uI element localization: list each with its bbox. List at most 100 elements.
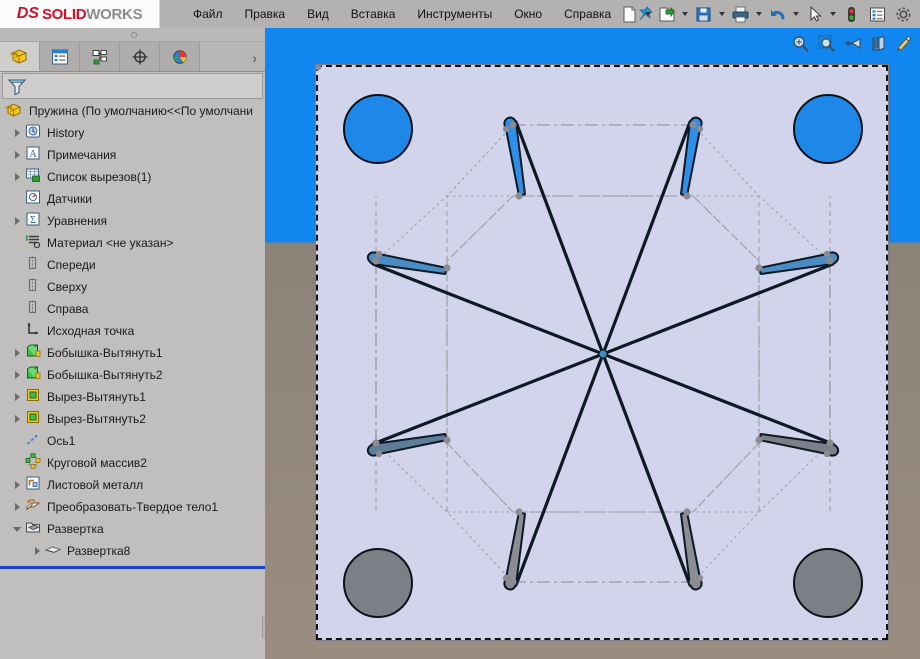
history-icon <box>24 122 44 144</box>
twisty-down-icon[interactable] <box>10 518 24 540</box>
section-view-button[interactable] <box>866 32 892 57</box>
tree-root-part[interactable]: Пружина (По умолчанию<<По умолчани <box>0 100 265 122</box>
tree-item-boss-extrude-2[interactable]: Бобышка-Вытянуть2 <box>0 364 265 386</box>
twisty-right-icon[interactable] <box>10 144 24 166</box>
plane-icon <box>24 254 44 276</box>
tree-item-material[interactable]: Материал <не указан> <box>0 232 265 254</box>
tree-item-cut-extrude-1[interactable]: Вырез-Вытянуть1 <box>0 386 265 408</box>
view-toolbar <box>788 31 918 57</box>
menu-edit[interactable]: Правка <box>234 2 297 26</box>
open-document-button[interactable] <box>653 1 679 27</box>
flat-pattern-geometry <box>316 65 863 618</box>
tab-dimxpert-manager[interactable] <box>120 42 160 71</box>
tree-item-sheet-metal[interactable]: Листовой металл <box>0 474 265 496</box>
select-caret[interactable] <box>827 1 838 27</box>
tree-item-annotations[interactable]: A Примечания <box>0 144 265 166</box>
logo-wordmark: SOLIDWORKS <box>41 5 143 23</box>
twisty-right-icon[interactable] <box>10 474 24 496</box>
twisty-right-icon[interactable] <box>10 408 24 430</box>
chevron-right-icon[interactable]: › <box>252 50 257 66</box>
rebuild-button[interactable] <box>838 1 864 27</box>
tree-item-label: History <box>47 126 85 140</box>
sensors-icon <box>24 188 44 210</box>
axis-icon <box>24 430 44 452</box>
view-orientation-button[interactable] <box>892 32 918 57</box>
tree-item-label: Список вырезов(1) <box>47 170 152 184</box>
twisty-right-icon[interactable] <box>10 496 24 518</box>
corner-hole-bottom-left <box>343 548 413 618</box>
menu-view[interactable]: Вид <box>296 2 340 26</box>
open-document-caret[interactable] <box>679 1 690 27</box>
tree-item-flat-pattern-folder[interactable]: Развертка <box>0 518 265 540</box>
menu-insert[interactable]: Вставка <box>340 2 407 26</box>
tree-item-axis[interactable]: Ось1 <box>0 430 265 452</box>
tree-item-equations[interactable]: Σ Уравнения <box>0 210 265 232</box>
tree-item-label: Сверху <box>47 280 88 294</box>
twisty-right-icon[interactable] <box>10 210 24 232</box>
menu-file[interactable]: Файл <box>182 2 234 26</box>
tree-item-plane-front[interactable]: Спереди <box>0 254 265 276</box>
sheet-metal-flat-pattern[interactable] <box>315 64 889 641</box>
tree-item-flat-pattern-8[interactable]: Развертка8 <box>0 540 265 562</box>
twisty-right-icon[interactable] <box>10 364 24 386</box>
sheet-metal-icon <box>24 474 44 496</box>
select-button[interactable] <box>801 1 827 27</box>
tree-item-label: Исходная точка <box>47 324 135 338</box>
chevron-down-icon <box>755 12 762 16</box>
tab-configuration-manager[interactable] <box>80 42 120 71</box>
twisty-right-icon[interactable] <box>10 166 24 188</box>
tree-item-label: Бобышка-Вытянуть1 <box>47 346 163 360</box>
tree-item-plane-top[interactable]: Сверху <box>0 276 265 298</box>
boss-extrude-icon <box>24 342 44 364</box>
tree-item-boss-extrude-1[interactable]: Бобышка-Вытянуть1 <box>0 342 265 364</box>
tree-item-history[interactable]: History <box>0 122 265 144</box>
new-document-button[interactable] <box>616 1 642 27</box>
menu-help[interactable]: Справка <box>553 2 622 26</box>
zoom-to-area-button[interactable] <box>814 32 840 57</box>
tree-item-circular-pattern[interactable]: Круговой массив2 <box>0 452 265 474</box>
save-button[interactable] <box>690 1 716 27</box>
tree-root-label: Пружина (По умолчанию<<По умолчани <box>29 104 253 118</box>
tree-item-cutlist[interactable]: Список вырезов(1) <box>0 166 265 188</box>
menu-tools[interactable]: Инструменты <box>406 2 503 26</box>
center-origin-marker <box>598 349 608 359</box>
tree-item-sensors[interactable]: Датчики <box>0 188 265 210</box>
chevron-down-icon <box>718 12 725 16</box>
previous-view-button[interactable] <box>840 32 866 57</box>
origin-icon <box>24 320 44 342</box>
rollback-bar[interactable] <box>0 566 265 569</box>
svg-text:A: A <box>29 149 37 160</box>
tree-item-label: Вырез-Вытянуть1 <box>47 390 146 404</box>
save-caret[interactable] <box>716 1 727 27</box>
corner-hole-bottom-right <box>793 548 863 618</box>
twisty-right-icon[interactable] <box>30 540 44 562</box>
twisty-right-icon[interactable] <box>10 386 24 408</box>
tab-display-manager[interactable] <box>160 42 200 71</box>
solidworks-logo[interactable]: DS SOLIDWORKS <box>0 0 160 28</box>
tab-feature-manager[interactable] <box>0 42 40 71</box>
tree-item-label: Примечания <box>47 148 117 162</box>
print-caret[interactable] <box>753 1 764 27</box>
print-button[interactable] <box>727 1 753 27</box>
options-list-button[interactable] <box>864 1 890 27</box>
panel-grip-dot <box>131 32 137 38</box>
twisty-right-icon[interactable] <box>10 342 24 364</box>
tree-item-plane-right[interactable]: Справа <box>0 298 265 320</box>
settings-button[interactable] <box>890 1 916 27</box>
tree-item-origin[interactable]: Исходная точка <box>0 320 265 342</box>
twisty-right-icon[interactable] <box>10 122 24 144</box>
graphics-area[interactable] <box>265 28 920 659</box>
tree-item-cut-extrude-2[interactable]: Вырез-Вытянуть2 <box>0 408 265 430</box>
new-document-caret[interactable] <box>642 1 653 27</box>
panel-drag-strip[interactable] <box>0 28 265 42</box>
undo-caret[interactable] <box>790 1 801 27</box>
zoom-to-fit-button[interactable] <box>788 32 814 57</box>
tab-property-manager[interactable] <box>40 42 80 71</box>
tree-item-convert-solid[interactable]: Преобразовать-Твердое тело1 <box>0 496 265 518</box>
undo-button[interactable] <box>764 1 790 27</box>
menu-window[interactable]: Окно <box>503 2 553 26</box>
feature-filter-bar[interactable] <box>2 73 263 99</box>
annotations-icon: A <box>24 144 44 166</box>
tree-item-label: Датчики <box>47 192 92 206</box>
svg-text:Σ: Σ <box>30 215 36 226</box>
